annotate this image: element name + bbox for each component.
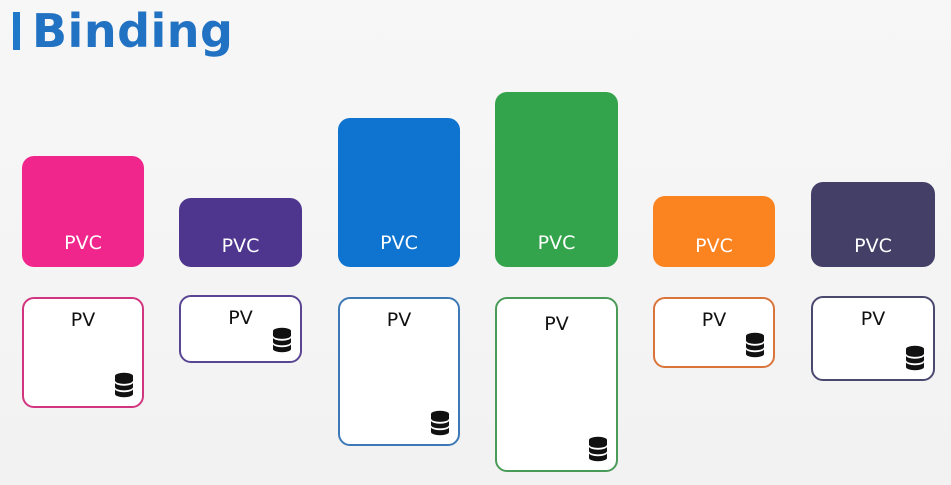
database-icon bbox=[272, 327, 292, 353]
pvc-label: PVC bbox=[537, 232, 576, 254]
pv-label: PV bbox=[860, 308, 886, 330]
pv-box-5: PV bbox=[653, 297, 775, 368]
database-icon bbox=[745, 332, 765, 358]
pv-box-3: PV bbox=[338, 297, 460, 446]
pv-box-1: PV bbox=[22, 297, 144, 408]
pv-box-2: PV bbox=[179, 295, 302, 363]
database-icon bbox=[588, 436, 608, 462]
pv-label: PV bbox=[228, 307, 253, 329]
pvc-box-2: PVC bbox=[179, 198, 302, 267]
page-title: Binding bbox=[32, 4, 234, 58]
database-icon bbox=[430, 410, 450, 436]
pvc-label: PVC bbox=[221, 235, 260, 257]
database-icon bbox=[114, 372, 134, 398]
pvc-box-1: PVC bbox=[22, 156, 144, 267]
pv-box-6: PV bbox=[811, 296, 935, 381]
pv-label: PV bbox=[386, 309, 412, 331]
pvc-box-4: PVC bbox=[495, 92, 618, 267]
pvc-label: PVC bbox=[695, 235, 733, 257]
pvc-box-6: PVC bbox=[811, 182, 935, 267]
pvc-box-5: PVC bbox=[653, 196, 775, 267]
pvc-label: PVC bbox=[64, 232, 102, 254]
database-icon bbox=[905, 345, 925, 371]
pvc-label: PVC bbox=[380, 232, 418, 254]
pv-label: PV bbox=[701, 309, 727, 331]
title-accent-bar bbox=[13, 12, 20, 50]
pvc-label: PVC bbox=[854, 235, 892, 257]
pv-label: PV bbox=[544, 313, 569, 335]
pvc-box-3: PVC bbox=[338, 118, 460, 267]
pv-label: PV bbox=[70, 309, 96, 331]
pv-box-4: PV bbox=[495, 297, 618, 472]
